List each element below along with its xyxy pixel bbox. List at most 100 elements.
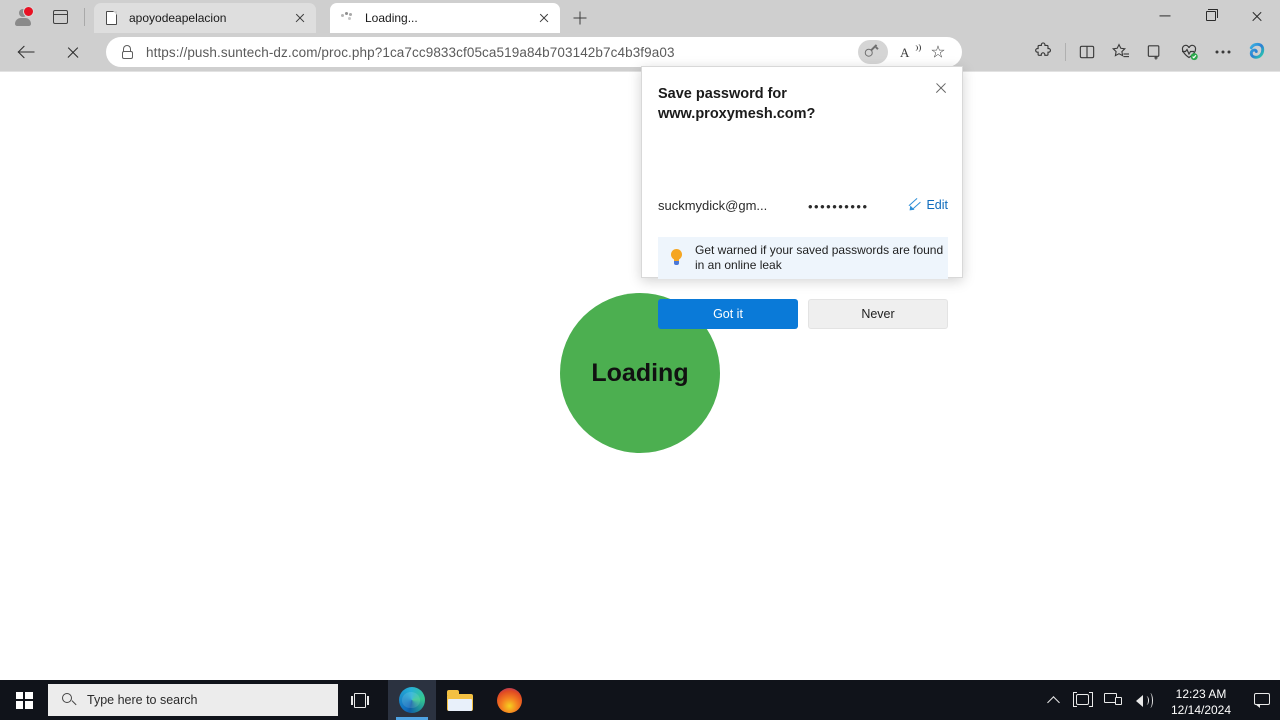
settings-more-button[interactable] <box>1206 37 1240 67</box>
browser-toolbar: https://push.suntech-dz.com/proc.php?1ca… <box>0 33 1280 71</box>
minimize-icon <box>1159 15 1171 17</box>
windows-logo-icon <box>15 691 33 709</box>
notifications-button[interactable] <box>1244 680 1280 720</box>
favorites-star-icon <box>1111 43 1129 58</box>
stop-button[interactable] <box>58 37 88 67</box>
arrow-left-icon <box>19 45 35 60</box>
edge-icon <box>399 687 425 713</box>
page-icon <box>104 10 120 26</box>
favorites-button[interactable] <box>1104 37 1138 67</box>
split-screen-button[interactable] <box>1070 37 1104 67</box>
network-icon[interactable] <box>1098 680 1128 720</box>
new-tab-button[interactable] <box>568 6 592 30</box>
read-aloud-icon: A <box>900 45 910 60</box>
window-controls <box>1142 0 1280 32</box>
edit-label: Edit <box>926 198 948 212</box>
folder-icon <box>447 689 473 711</box>
toolbar-divider <box>84 8 85 26</box>
back-button[interactable] <box>12 37 42 67</box>
ellipsis-icon <box>1215 50 1231 54</box>
minimize-button[interactable] <box>1142 0 1188 32</box>
taskbar-app-firefox[interactable] <box>485 680 533 720</box>
dialog-close-button[interactable] <box>927 74 955 102</box>
key-icon <box>862 41 883 62</box>
collections-button[interactable] <box>1138 37 1172 67</box>
tab-title: Loading... <box>365 11 418 25</box>
profile-button[interactable] <box>10 5 36 29</box>
heart-pulse-icon <box>1181 44 1198 61</box>
avatar-icon <box>14 6 34 26</box>
site-info-lock-icon[interactable] <box>120 44 134 60</box>
tab-actions-button[interactable] <box>48 6 72 28</box>
volume-icon[interactable] <box>1128 680 1158 720</box>
address-bar[interactable]: https://push.suntech-dz.com/proc.php?1ca… <box>106 37 962 67</box>
pencil-icon <box>907 198 921 212</box>
credential-row: suckmydick@gm... •••••••••• Edit <box>658 198 948 218</box>
got-it-button[interactable]: Got it <box>658 299 798 329</box>
close-window-button[interactable] <box>1234 0 1280 32</box>
lightbulb-icon <box>669 248 685 268</box>
tab-actions-icon <box>52 10 68 24</box>
tab-strip: apoyodeapelacion Loading... <box>0 0 1280 33</box>
leak-warning-banner: Get warned if your saved passwords are f… <box>658 237 948 279</box>
edit-credential-button[interactable]: Edit <box>907 198 948 212</box>
taskbar-app-file-explorer[interactable] <box>436 680 484 720</box>
page-content: Loading ANY RUN <box>0 71 1280 681</box>
task-view-icon <box>351 692 369 708</box>
search-icon <box>62 693 76 707</box>
address-bar-actions: A ☆ <box>858 39 954 65</box>
collections-icon <box>1147 45 1160 60</box>
dialog-title: Save password for www.proxymesh.com? <box>658 86 816 122</box>
taskbar-app-edge[interactable] <box>388 680 436 720</box>
split-screen-icon <box>1079 45 1095 59</box>
puzzle-icon <box>1035 42 1052 56</box>
firefox-icon <box>496 687 522 713</box>
loading-label: Loading <box>591 358 689 387</box>
password-masked-value: •••••••••• <box>808 199 869 214</box>
taskbar-search-box[interactable]: Type here to search <box>48 684 338 716</box>
star-icon: ☆ <box>930 42 946 62</box>
stop-icon <box>66 45 80 59</box>
username-value: suckmydick@gm... <box>658 198 768 213</box>
clock-time: 12:23 AM <box>1175 687 1227 701</box>
close-icon <box>539 13 550 24</box>
show-hidden-icons-button[interactable] <box>1040 680 1068 720</box>
clock-date: 12/14/2024 <box>1170 703 1232 717</box>
screen: apoyodeapelacion Loading... https://push… <box>0 0 1280 720</box>
add-favorite-button[interactable]: ☆ <box>924 39 952 65</box>
tab-loading[interactable]: Loading... <box>330 3 560 33</box>
tab-close-button[interactable] <box>533 7 555 29</box>
save-password-dialog: Save password for www.proxymesh.com? suc… <box>641 66 963 329</box>
read-aloud-button[interactable]: A <box>894 39 922 65</box>
close-icon <box>295 13 306 24</box>
browser-window: apoyodeapelacion Loading... https://push… <box>0 0 1280 681</box>
maximize-button[interactable] <box>1188 0 1234 32</box>
start-button[interactable] <box>0 680 48 720</box>
spinner-icon <box>340 10 356 26</box>
never-button[interactable]: Never <box>808 299 948 329</box>
search-placeholder: Type here to search <box>87 693 198 707</box>
tab-apoyodeapelacion[interactable]: apoyodeapelacion <box>94 3 316 33</box>
clock[interactable]: 12:23 AM 12/14/2024 <box>1158 680 1244 720</box>
tab-close-button[interactable] <box>289 7 311 29</box>
url-text: https://push.suntech-dz.com/proc.php?1ca… <box>146 45 858 60</box>
extensions-button[interactable] <box>1027 37 1061 67</box>
browser-essentials-button[interactable] <box>1172 37 1206 67</box>
maximize-icon <box>1206 9 1218 21</box>
notification-dot-icon <box>23 6 34 17</box>
copilot-icon <box>1249 42 1265 59</box>
task-view-button[interactable] <box>344 684 376 716</box>
plus-icon <box>573 11 587 25</box>
close-icon <box>1251 10 1263 22</box>
screen-recording-icon[interactable] <box>1068 680 1098 720</box>
url-full: https://push.suntech-dz.com/proc.php?1ca… <box>146 44 675 60</box>
tab-title: apoyodeapelacion <box>129 11 227 25</box>
dialog-button-row: Got it Never <box>658 299 948 329</box>
leak-warning-text: Get warned if your saved passwords are f… <box>695 243 944 272</box>
toolbar-right-actions <box>1027 37 1274 67</box>
toolbar-divider <box>1065 43 1066 61</box>
copilot-button[interactable] <box>1240 37 1274 67</box>
save-password-key-button[interactable] <box>858 40 888 64</box>
taskbar: Type here to search 12:23 AM 12/14/2024 <box>0 680 1280 720</box>
close-icon <box>935 82 948 95</box>
